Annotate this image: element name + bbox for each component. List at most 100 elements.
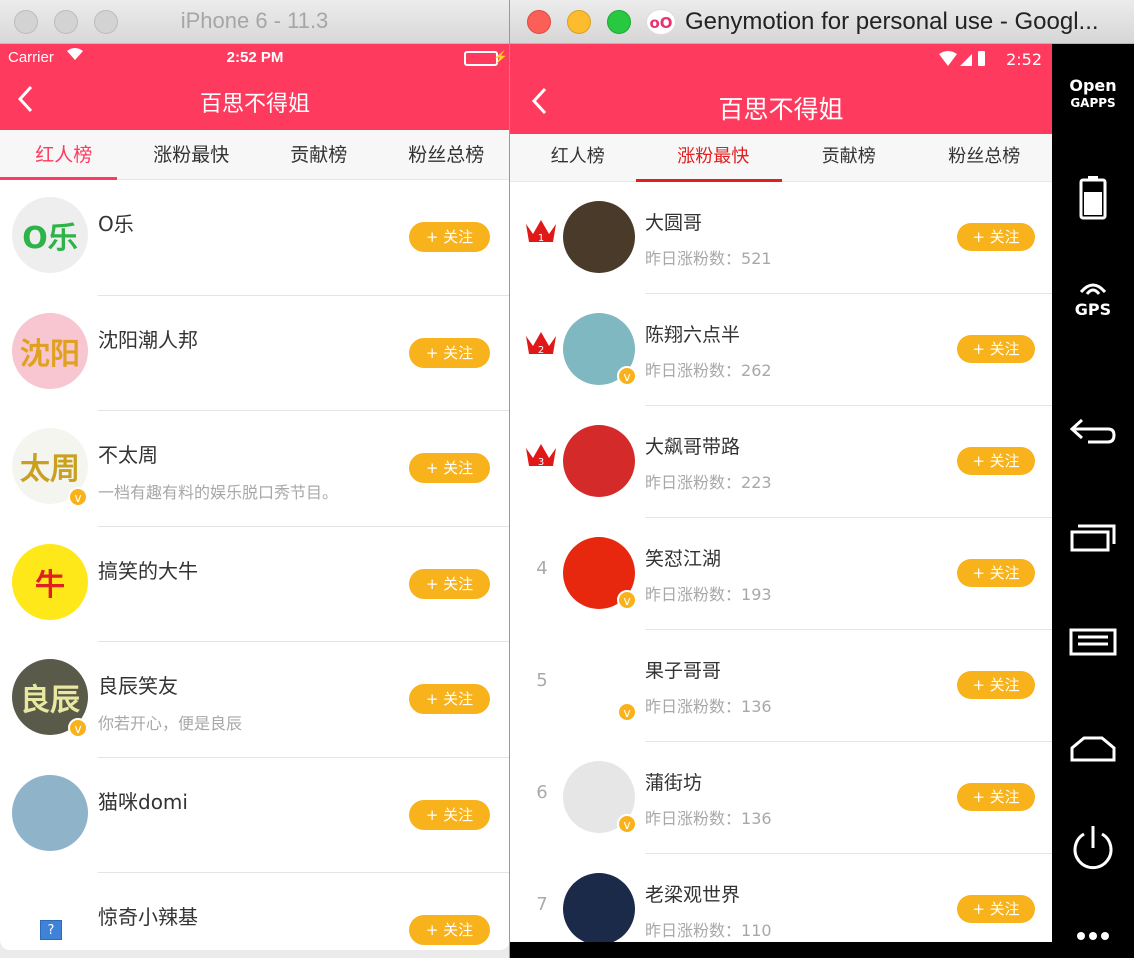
user-name: 老梁观世界 [645,884,741,906]
list-item[interactable]: 猫咪domi + 关注 [0,758,509,873]
ios-nav-title: 百思不得姐 [199,92,310,117]
help-icon[interactable]: ? [40,920,62,940]
follow-button[interactable]: + 关注 [409,568,490,599]
rank-list-item[interactable]: 1 大圆哥昨日涨粉数：521 + 关注 [510,182,1052,294]
avatar[interactable]: O乐 [12,197,88,273]
genymotion-window: oO Genymotion for personal use - Googl..… [510,0,1134,958]
user-name: 不太周 [98,443,158,467]
more-options-icon[interactable] [1052,928,1134,948]
follow-button[interactable]: + 关注 [957,335,1035,363]
ios-simulator-window: iPhone 6 - 11.3 Carrier 2:52 PM ⚡ 百思不得姐 … [0,0,510,958]
rank-number: 6 [536,782,548,803]
rank-list-item[interactable]: 5 v 果子哥哥 昨日涨粉数：136 + 关注 [510,630,1052,742]
user-description: 你若开心，便是良辰 [98,714,243,733]
follow-button[interactable]: + 关注 [409,222,490,252]
follow-button[interactable]: + 关注 [409,684,490,714]
user-name: 笑怼江湖 [645,548,722,570]
list-item[interactable]: 沈阳 沈阳潮人邦 + 关注 [0,296,509,411]
list-item[interactable]: 牛搞笑的大牛 + 关注 [0,527,509,642]
avatar[interactable]: 沈阳 [12,312,88,389]
fan-growth-text: 昨日涨粉数：136 [645,809,772,828]
geny-zoom-button[interactable] [607,10,631,34]
follow-button[interactable]: + 关注 [957,895,1035,923]
user-description: 一档有趣有料的娱乐脱口秀节目。 [98,483,339,502]
follow-button[interactable]: + 关注 [409,453,490,483]
list-item[interactable]: 惊奇小辣基 + 关注 [0,873,509,950]
tab-gongxian[interactable]: 贡献榜 [255,130,383,179]
geny-close-button[interactable] [527,10,551,34]
avatar[interactable] [563,425,635,497]
user-name: 果子哥哥 [645,660,722,682]
follow-button[interactable]: + 关注 [409,337,490,368]
tab-hongren[interactable]: 红人榜 [510,134,646,181]
follow-button[interactable]: + 关注 [957,783,1035,811]
android-back-icon[interactable] [1052,416,1134,450]
rank-number: 4 [536,558,548,579]
avatar[interactable]: 牛 [12,543,88,620]
rank-list-item[interactable]: 7 老梁观世界昨日涨粉数：110 + 关注 [510,854,1052,942]
follow-button[interactable]: + 关注 [957,447,1035,475]
rank-list-item[interactable]: 6 v 蒲街坊昨日涨粉数：136 + 关注 [510,742,1052,854]
follow-button[interactable]: + 关注 [957,223,1035,251]
tab-hongren[interactable]: 红人榜 [0,130,128,179]
follow-button[interactable]: + 关注 [957,671,1035,699]
open-gapps-button[interactable]: Open GAPPS [1052,78,1134,111]
android-recents-icon[interactable] [1052,522,1134,558]
rank-list-item[interactable]: 4 v 笑怼江湖昨日涨粉数：193 + 关注 [510,518,1052,630]
svg-text:3: 3 [538,457,544,468]
tab-gongxian[interactable]: 贡献榜 [781,134,917,181]
svg-text:1: 1 [538,233,544,244]
tab-zhangfen[interactable]: 涨粉最快 [128,130,256,179]
gps-widget-icon[interactable]: GPS [1052,280,1134,319]
android-status-bar: 2:52 [510,44,1052,76]
battery-widget-icon[interactable] [1052,176,1134,224]
tab-fensi[interactable]: 粉丝总榜 [383,130,510,179]
fan-growth-text: 昨日涨粉数：193 [645,585,772,604]
geny-window-titlebar: oO Genymotion for personal use - Googl..… [510,0,1134,44]
verified-badge-icon: v [68,718,88,738]
geny-window-title: Genymotion for personal use - Googl... [685,8,1099,35]
ios-window-title: iPhone 6 - 11.3 [180,8,329,33]
fan-growth-text: 昨日涨粉数：521 [645,249,772,268]
crown-rank-icon: 1 [524,218,558,246]
user-name: 惊奇小辣基 [98,905,198,929]
follow-button[interactable]: + 关注 [409,915,490,945]
ios-status-bar: Carrier 2:52 PM ⚡ [0,44,509,72]
android-tab-bar: 红人榜 涨粉最快 贡献榜 粉丝总榜 [510,134,1052,182]
avatar[interactable] [563,201,635,273]
android-status-time: 2:52 [1006,50,1042,69]
android-power-icon[interactable] [1052,824,1134,878]
rank-list-item[interactable]: 3 大飙哥带路 昨日涨粉数：223 + 关注 [510,406,1052,518]
verified-badge-icon: v [617,366,637,386]
tab-fensi[interactable]: 粉丝总榜 [917,134,1053,181]
follow-button[interactable]: + 关注 [409,799,490,830]
geny-minimize-button[interactable] [567,10,591,34]
rank-list-item[interactable]: 2 v 陈翔六点半 昨日涨粉数：262 + 关注 [510,294,1052,406]
ios-screen: Carrier 2:52 PM ⚡ 百思不得姐 红人榜 涨粉最快 贡献榜 粉丝总… [0,44,510,950]
verified-badge-icon: v [617,590,637,610]
list-item[interactable]: 良辰 v 良辰笑友 你若开心，便是良辰 + 关注 [0,642,509,758]
android-home-icon[interactable] [1052,734,1134,768]
fan-growth-text: 昨日涨粉数：223 [645,473,772,492]
tab-zhangfen[interactable]: 涨粉最快 [646,134,782,181]
user-name: 搞笑的大牛 [98,558,198,583]
charging-icon: ⚡ [493,50,508,64]
crown-rank-icon: 3 [524,442,558,470]
avatar[interactable] [12,774,88,851]
user-name: 蒲街坊 [645,772,703,794]
avatar[interactable] [563,873,635,942]
verified-badge-icon: v [617,814,637,834]
fan-growth-text: 昨日涨粉数：110 [645,921,772,940]
android-nav-bar: 百思不得姐 [510,76,1052,134]
follow-button[interactable]: + 关注 [957,559,1035,587]
android-screen: 2:52 百思不得姐 红人榜 涨粉最快 贡献榜 粉丝总榜 1 大圆哥昨日涨粉数：5… [510,44,1052,942]
user-name: 猫咪domi [98,789,188,814]
rank-number: 7 [536,894,548,915]
crown-rank-icon: 2 [524,330,558,358]
user-name: 大圆哥 [645,212,703,234]
list-item[interactable]: 太周 v 不太周 一档有趣有料的娱乐脱口秀节目。 + 关注 [0,411,509,527]
list-item[interactable]: O乐 O乐 + 关注 [0,180,509,296]
user-name: 陈翔六点半 [645,324,741,346]
android-menu-icon[interactable] [1052,628,1134,660]
genymotion-logo-icon: oO [646,9,676,35]
